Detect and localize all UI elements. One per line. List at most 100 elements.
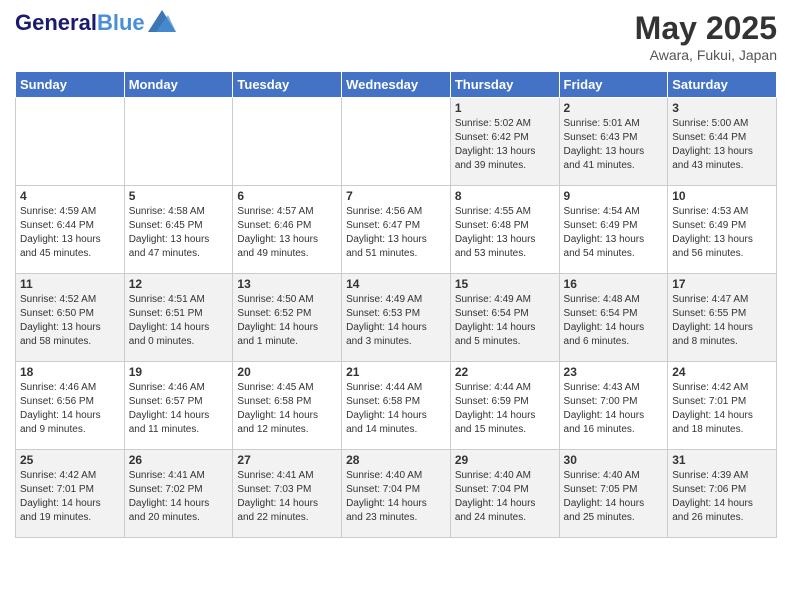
logo: GeneralBlue (15, 10, 176, 36)
table-row: 30 Sunrise: 4:40 AMSunset: 7:05 PMDayligh… (559, 450, 668, 538)
day-number: 9 (564, 189, 664, 203)
day-info: Sunrise: 4:40 AMSunset: 7:05 PMDaylight:… (564, 469, 664, 525)
table-row: 29Sunrise: 4:40 AMSunset: 7:04 PMDayligh… (450, 450, 559, 538)
table-row: 28Sunrise: 4:40 AMSunset: 7:04 PMDayligh… (342, 450, 451, 538)
day-number: 7 (346, 189, 446, 203)
calendar-header: Sunday Monday Tuesday Wednesday Thursday… (16, 72, 777, 98)
table-row: 3 Sunrise: 5:00 AMSunset: 6:44 PMDaylight… (668, 98, 777, 186)
day-info: Sunrise: 4:42 AMSunset: 7:01 PMDaylight:… (672, 381, 772, 437)
calendar-table: Sunday Monday Tuesday Wednesday Thursday… (15, 71, 777, 538)
table-row: 17 Sunrise: 4:47 AMSunset: 6:55 PMDayligh… (668, 274, 777, 362)
day-info: Sunrise: 4:49 AMSunset: 6:53 PMDaylight:… (346, 293, 446, 349)
table-row: 11Sunrise: 4:52 AMSunset: 6:50 PMDayligh… (16, 274, 125, 362)
day-info: Sunrise: 4:56 AMSunset: 6:47 PMDaylight:… (346, 205, 446, 261)
day-number: 1 (455, 101, 555, 115)
table-row: 16Sunrise: 4:48 AMSunset: 6:54 PMDayligh… (559, 274, 668, 362)
day-number: 27 (237, 453, 337, 467)
calendar-page: GeneralBlue May 2025 Awara, Fukui, Japan… (0, 0, 792, 548)
day-number: 26 (129, 453, 229, 467)
col-thursday: Thursday (450, 72, 559, 98)
day-info: Sunrise: 4:45 AMSunset: 6:58 PMDaylight:… (237, 381, 337, 437)
day-number: 23 (564, 365, 664, 379)
day-info: Sunrise: 4:44 AMSunset: 6:59 PMDaylight:… (455, 381, 555, 437)
col-wednesday: Wednesday (342, 72, 451, 98)
table-row: 4Sunrise: 4:59 AMSunset: 6:44 PMDaylight… (16, 186, 125, 274)
col-sunday: Sunday (16, 72, 125, 98)
day-number: 4 (20, 189, 120, 203)
table-row: 31 Sunrise: 4:39 AMSunset: 7:06 PMDayligh… (668, 450, 777, 538)
logo-text: GeneralBlue (15, 10, 145, 36)
month-year: May 2025 (635, 10, 777, 47)
table-row (233, 98, 342, 186)
table-row: 22Sunrise: 4:44 AMSunset: 6:59 PMDayligh… (450, 362, 559, 450)
day-number: 25 (20, 453, 120, 467)
table-row (124, 98, 233, 186)
day-number: 17 (672, 277, 772, 291)
day-info: Sunrise: 4:41 AMSunset: 7:02 PMDaylight:… (129, 469, 229, 525)
day-info: Sunrise: 4:42 AMSunset: 7:01 PMDaylight:… (20, 469, 120, 525)
day-number: 28 (346, 453, 446, 467)
day-number: 10 (672, 189, 772, 203)
col-saturday: Saturday (668, 72, 777, 98)
day-number: 19 (129, 365, 229, 379)
day-info: Sunrise: 4:54 AMSunset: 6:49 PMDaylight:… (564, 205, 664, 261)
day-number: 30 (564, 453, 664, 467)
table-row (342, 98, 451, 186)
day-info: Sunrise: 4:43 AMSunset: 7:00 PMDaylight:… (564, 381, 664, 437)
day-number: 6 (237, 189, 337, 203)
table-row: 21Sunrise: 4:44 AMSunset: 6:58 PMDayligh… (342, 362, 451, 450)
day-info: Sunrise: 4:58 AMSunset: 6:45 PMDaylight:… (129, 205, 229, 261)
day-info: Sunrise: 5:02 AMSunset: 6:42 PMDaylight:… (455, 117, 555, 173)
table-row: 27 Sunrise: 4:41 AMSunset: 7:03 PMDayligh… (233, 450, 342, 538)
col-monday: Monday (124, 72, 233, 98)
day-number: 8 (455, 189, 555, 203)
day-info: Sunrise: 5:00 AMSunset: 6:44 PMDaylight:… (672, 117, 772, 173)
table-row: 19 Sunrise: 4:46 AMSunset: 6:57 PMDayligh… (124, 362, 233, 450)
table-row: 8 Sunrise: 4:55 AMSunset: 6:48 PMDaylight… (450, 186, 559, 274)
table-row: 13 Sunrise: 4:50 AMSunset: 6:52 PMDayligh… (233, 274, 342, 362)
day-number: 15 (455, 277, 555, 291)
day-info: Sunrise: 4:57 AMSunset: 6:46 PMDaylight:… (237, 205, 337, 261)
table-row: 24 Sunrise: 4:42 AMSunset: 7:01 PMDayligh… (668, 362, 777, 450)
day-info: Sunrise: 5:01 AMSunset: 6:43 PMDaylight:… (564, 117, 664, 173)
table-row: 15 Sunrise: 4:49 AMSunset: 6:54 PMDayligh… (450, 274, 559, 362)
table-row: 20Sunrise: 4:45 AMSunset: 6:58 PMDayligh… (233, 362, 342, 450)
table-row: 14Sunrise: 4:49 AMSunset: 6:53 PMDayligh… (342, 274, 451, 362)
day-info: Sunrise: 4:50 AMSunset: 6:52 PMDaylight:… (237, 293, 337, 349)
table-row: 5 Sunrise: 4:58 AMSunset: 6:45 PMDaylight… (124, 186, 233, 274)
day-info: Sunrise: 4:55 AMSunset: 6:48 PMDaylight:… (455, 205, 555, 261)
day-info: Sunrise: 4:52 AMSunset: 6:50 PMDaylight:… (20, 293, 120, 349)
day-info: Sunrise: 4:46 AMSunset: 6:56 PMDaylight:… (20, 381, 120, 437)
day-number: 31 (672, 453, 772, 467)
table-row: 6 Sunrise: 4:57 AMSunset: 6:46 PMDaylight… (233, 186, 342, 274)
day-number: 5 (129, 189, 229, 203)
day-number: 2 (564, 101, 664, 115)
day-info: Sunrise: 4:44 AMSunset: 6:58 PMDaylight:… (346, 381, 446, 437)
table-row: 7 Sunrise: 4:56 AMSunset: 6:47 PMDaylight… (342, 186, 451, 274)
day-number: 18 (20, 365, 120, 379)
day-number: 13 (237, 277, 337, 291)
col-tuesday: Tuesday (233, 72, 342, 98)
day-info: Sunrise: 4:49 AMSunset: 6:54 PMDaylight:… (455, 293, 555, 349)
day-number: 29 (455, 453, 555, 467)
table-row: 10Sunrise: 4:53 AMSunset: 6:49 PMDayligh… (668, 186, 777, 274)
day-number: 3 (672, 101, 772, 115)
logo-icon (148, 10, 176, 32)
day-info: Sunrise: 4:39 AMSunset: 7:06 PMDaylight:… (672, 469, 772, 525)
title-block: May 2025 Awara, Fukui, Japan (635, 10, 777, 63)
table-row: 26 Sunrise: 4:41 AMSunset: 7:02 PMDayligh… (124, 450, 233, 538)
table-row: 9 Sunrise: 4:54 AMSunset: 6:49 PMDaylight… (559, 186, 668, 274)
day-info: Sunrise: 4:46 AMSunset: 6:57 PMDaylight:… (129, 381, 229, 437)
table-row: 23 Sunrise: 4:43 AMSunset: 7:00 PMDayligh… (559, 362, 668, 450)
calendar-body: 1 Sunrise: 5:02 AMSunset: 6:42 PMDaylight… (16, 98, 777, 538)
day-info: Sunrise: 4:41 AMSunset: 7:03 PMDaylight:… (237, 469, 337, 525)
table-row: 25 Sunrise: 4:42 AMSunset: 7:01 PMDayligh… (16, 450, 125, 538)
day-info: Sunrise: 4:51 AMSunset: 6:51 PMDaylight:… (129, 293, 229, 349)
table-row: 18 Sunrise: 4:46 AMSunset: 6:56 PMDayligh… (16, 362, 125, 450)
table-row (16, 98, 125, 186)
day-number: 24 (672, 365, 772, 379)
table-row: 1 Sunrise: 5:02 AMSunset: 6:42 PMDaylight… (450, 98, 559, 186)
day-number: 16 (564, 277, 664, 291)
table-row: 2 Sunrise: 5:01 AMSunset: 6:43 PMDaylight… (559, 98, 668, 186)
day-info: Sunrise: 4:47 AMSunset: 6:55 PMDaylight:… (672, 293, 772, 349)
